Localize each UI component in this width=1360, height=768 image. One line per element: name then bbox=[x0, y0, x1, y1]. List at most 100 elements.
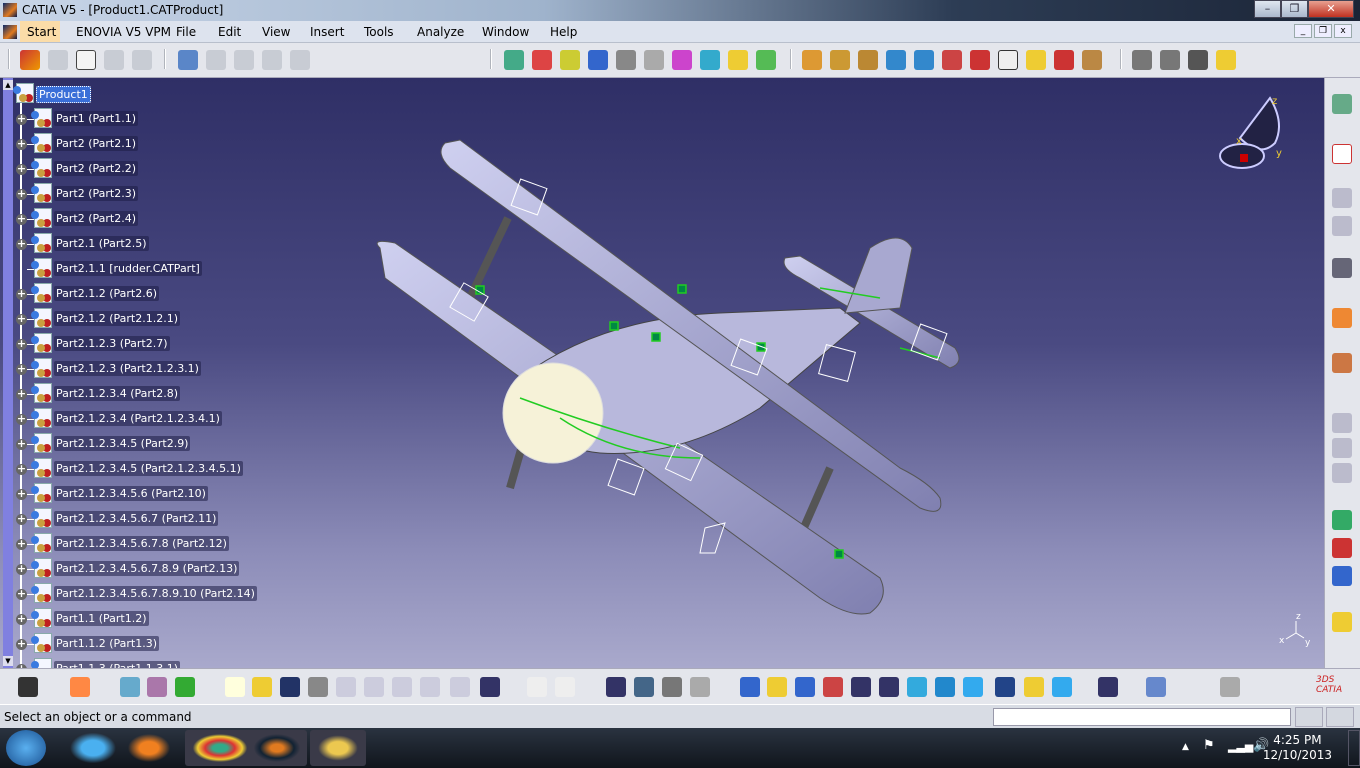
constraint-icon[interactable] bbox=[504, 50, 524, 70]
graph-icon[interactable] bbox=[76, 50, 96, 70]
restore-button[interactable]: ❐ bbox=[1281, 0, 1308, 18]
select-arrow-icon[interactable] bbox=[1332, 308, 1352, 328]
network-icon[interactable]: ▂▃▅ bbox=[1228, 740, 1253, 753]
table-icon[interactable] bbox=[606, 677, 626, 697]
comment-icon[interactable] bbox=[555, 677, 575, 697]
lock-icon[interactable] bbox=[662, 677, 682, 697]
menu-start[interactable]: Start bbox=[27, 25, 56, 39]
menu-insert[interactable]: Insert bbox=[310, 25, 344, 39]
menu-enovia[interactable]: ENOVIA V5 VPM bbox=[76, 25, 171, 39]
assembly-icon[interactable] bbox=[560, 50, 580, 70]
eraser-icon[interactable] bbox=[1146, 677, 1166, 697]
help-doc-icon[interactable] bbox=[132, 50, 152, 70]
publish-icon[interactable] bbox=[1098, 677, 1118, 697]
snap-icon[interactable] bbox=[1332, 258, 1352, 278]
multi-view-icon[interactable] bbox=[935, 677, 955, 697]
menu-analyze[interactable]: Analyze bbox=[417, 25, 464, 39]
close-button[interactable]: ✕ bbox=[1308, 0, 1354, 18]
pan-icon[interactable] bbox=[795, 677, 815, 697]
fix-together-icon[interactable] bbox=[1332, 538, 1352, 558]
render-icon[interactable] bbox=[120, 677, 140, 697]
menu-help[interactable]: Help bbox=[550, 25, 577, 39]
manipulation-icon[interactable] bbox=[1332, 94, 1352, 114]
fit-all-icon[interactable] bbox=[767, 677, 787, 697]
redo-icon[interactable] bbox=[450, 677, 470, 697]
menu-file[interactable]: File bbox=[176, 25, 196, 39]
gear-tool2-icon[interactable] bbox=[830, 50, 850, 70]
info-button[interactable] bbox=[1326, 707, 1354, 727]
query2-icon[interactable] bbox=[206, 50, 226, 70]
whats-this-icon[interactable] bbox=[480, 677, 500, 697]
section-icon[interactable] bbox=[672, 50, 692, 70]
pcs-icon[interactable] bbox=[1332, 144, 1352, 164]
paste-icon[interactable] bbox=[392, 677, 412, 697]
stop-clash-icon[interactable] bbox=[1332, 438, 1352, 458]
show-desktop-button[interactable] bbox=[1348, 730, 1360, 766]
plane-icon[interactable] bbox=[588, 50, 608, 70]
catia-taskbar-button[interactable] bbox=[247, 730, 307, 766]
bom-icon[interactable] bbox=[970, 50, 990, 70]
export-icon[interactable] bbox=[886, 50, 906, 70]
clash-icon[interactable] bbox=[1132, 50, 1152, 70]
new-icon[interactable] bbox=[225, 677, 245, 697]
action-center-icon[interactable]: ⚑ bbox=[1203, 738, 1215, 753]
power-input-button[interactable] bbox=[1295, 707, 1323, 727]
menu-window[interactable]: Window bbox=[482, 25, 529, 39]
flag-icon[interactable] bbox=[1026, 50, 1046, 70]
replace-icon[interactable] bbox=[914, 50, 934, 70]
measure-settings-icon[interactable] bbox=[70, 677, 90, 697]
sensor-icon[interactable] bbox=[1332, 463, 1352, 483]
gears-icon[interactable] bbox=[290, 50, 310, 70]
command-input[interactable] bbox=[993, 708, 1291, 726]
formula-icon[interactable] bbox=[527, 677, 547, 697]
normal-view-icon[interactable] bbox=[907, 677, 927, 697]
catalog-icon[interactable] bbox=[1332, 188, 1352, 208]
menu-tools[interactable]: Tools bbox=[364, 25, 394, 39]
enovia-icon[interactable] bbox=[20, 50, 40, 70]
flag2-icon[interactable] bbox=[1054, 50, 1074, 70]
media-player-icon[interactable] bbox=[122, 730, 176, 766]
undo-icon[interactable] bbox=[420, 677, 440, 697]
scene-icon[interactable] bbox=[1082, 50, 1102, 70]
print-icon[interactable] bbox=[308, 677, 328, 697]
tree-icon[interactable] bbox=[634, 677, 654, 697]
fix-icon[interactable] bbox=[1332, 510, 1352, 530]
minimize-button[interactable]: – bbox=[1254, 0, 1281, 18]
menu-edit[interactable]: Edit bbox=[218, 25, 241, 39]
zoom-out-icon[interactable] bbox=[879, 677, 899, 697]
doc-minimize-button[interactable]: _ bbox=[1294, 24, 1312, 38]
save-icon[interactable] bbox=[280, 677, 300, 697]
3d-viewport[interactable]: ▲ ▼ Product1 + Part1 (Part1.1) + Part2 (Par… bbox=[0, 78, 1324, 678]
biplane-model[interactable]: z x y z x y bbox=[0, 78, 1324, 668]
parameter-icon[interactable] bbox=[690, 677, 710, 697]
doc-restore-button[interactable]: ❐ bbox=[1314, 24, 1332, 38]
internet-explorer-icon[interactable] bbox=[66, 730, 120, 766]
sparkle-icon[interactable] bbox=[1216, 50, 1236, 70]
gear-tool3-icon[interactable] bbox=[858, 50, 878, 70]
update-icon[interactable] bbox=[728, 50, 748, 70]
people-icon[interactable] bbox=[1332, 353, 1352, 373]
query-icon[interactable] bbox=[104, 50, 124, 70]
clock[interactable]: 4:25 PM 12/10/2013 bbox=[1263, 733, 1332, 763]
distance-icon[interactable] bbox=[1160, 50, 1180, 70]
rotate-icon[interactable] bbox=[823, 677, 843, 697]
iso-view-icon[interactable] bbox=[963, 677, 983, 697]
multi-icon[interactable] bbox=[756, 50, 776, 70]
show-hidden-icons[interactable]: ▲ bbox=[1182, 742, 1189, 752]
anchor-icon[interactable] bbox=[616, 50, 636, 70]
open-icon[interactable] bbox=[252, 677, 272, 697]
pencil-icon[interactable] bbox=[644, 50, 664, 70]
text-icon[interactable] bbox=[998, 50, 1018, 70]
link-icon[interactable] bbox=[700, 50, 720, 70]
refresh-icon[interactable] bbox=[1220, 677, 1240, 697]
light-icon[interactable] bbox=[147, 677, 167, 697]
color-icon[interactable] bbox=[175, 677, 195, 697]
table-icon[interactable] bbox=[234, 50, 254, 70]
catalog-browser-icon[interactable] bbox=[1332, 612, 1352, 632]
menu-view[interactable]: View bbox=[262, 25, 290, 39]
start-button[interactable] bbox=[6, 730, 46, 766]
cut-icon[interactable] bbox=[336, 677, 356, 697]
grid-icon[interactable] bbox=[262, 50, 282, 70]
properties-icon[interactable] bbox=[48, 50, 68, 70]
copy-icon[interactable] bbox=[364, 677, 384, 697]
